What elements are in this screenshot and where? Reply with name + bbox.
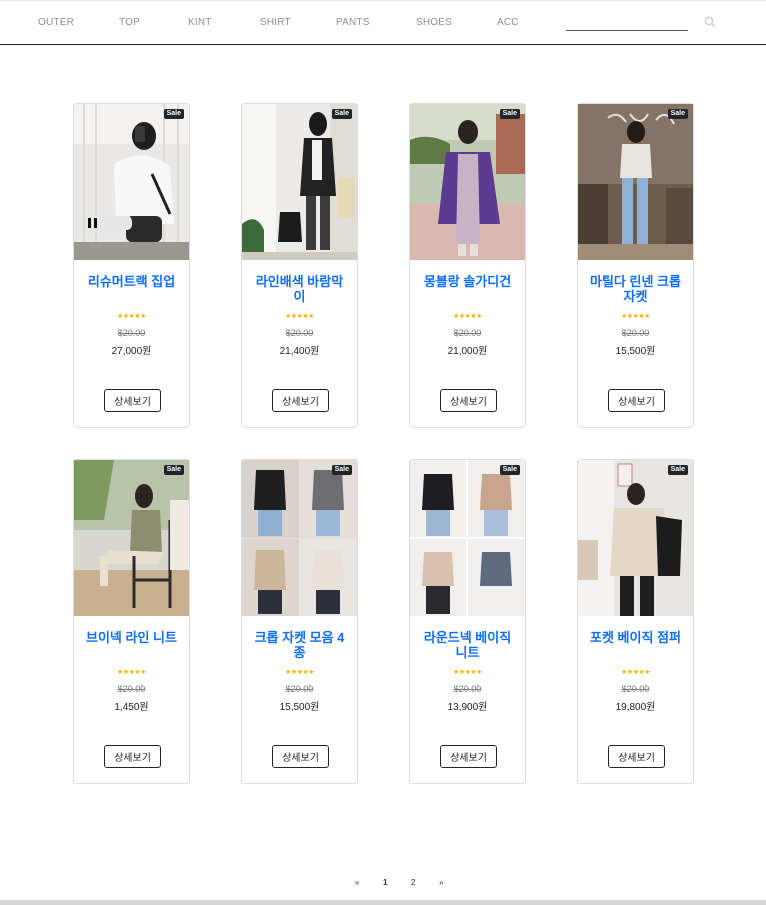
pagination-page-1[interactable]: 1	[383, 878, 387, 887]
sale-badge: Sale	[499, 465, 520, 475]
detail-button[interactable]: 상세보기	[608, 389, 665, 412]
sale-badge: Sale	[667, 465, 688, 475]
sale-price: 1,450원	[114, 702, 149, 713]
rating-stars: ★★★★★	[621, 669, 650, 676]
sale-price: 15,500원	[615, 346, 656, 357]
sale-price: 21,000원	[447, 346, 488, 357]
product-image[interactable]	[74, 104, 189, 260]
sale-badge: Sale	[667, 109, 688, 119]
product-image[interactable]	[410, 460, 525, 616]
rating-stars: ★★★★★	[621, 313, 650, 320]
product-card: Sale 몽블랑 솔가디건 ★★★★★ $20.00 21,000원 상세보기	[409, 103, 526, 428]
rating-stars: ★★★★★	[117, 313, 146, 320]
product-card: Sale 브이넥 라인 니트 ★★★★★ $20.00 1,450원 상세보기	[73, 459, 190, 784]
detail-button[interactable]: 상세보기	[104, 389, 161, 412]
product-image[interactable]	[578, 460, 693, 616]
product-image[interactable]	[410, 104, 525, 260]
nav-item-shirt[interactable]: SHIRT	[260, 17, 291, 28]
detail-button[interactable]: 상세보기	[104, 745, 161, 768]
rating-stars: ★★★★★	[285, 313, 314, 320]
rating-stars: ★★★★★	[117, 669, 146, 676]
product-card: Sale 라운드넥 베이직 니트 ★★★★★ $20.00 13,900원 상세…	[409, 459, 526, 784]
nav-item-top[interactable]: TOP	[119, 17, 140, 28]
original-price: $20.00	[453, 328, 482, 338]
search-icon	[704, 16, 716, 27]
sale-badge: Sale	[331, 109, 352, 119]
rating-stars: ★★★★★	[453, 669, 482, 676]
rating-stars: ★★★★★	[453, 313, 482, 320]
product-name[interactable]: 리슈머트랙 집업	[82, 274, 181, 289]
pagination-next[interactable]: »	[439, 878, 443, 887]
search-button[interactable]	[702, 15, 718, 31]
sale-price: 27,000원	[111, 346, 152, 357]
sale-badge: Sale	[499, 109, 520, 119]
rating-stars: ★★★★★	[285, 669, 314, 676]
pagination-page-2[interactable]: 2	[411, 878, 415, 887]
sale-badge: Sale	[331, 465, 352, 475]
product-name[interactable]: 포켓 베이직 점퍼	[586, 630, 685, 645]
product-card: Sale 크롭 자켓 모음 4종 ★★★★★ $20.00 15,500원 상세…	[241, 459, 358, 784]
original-price: $20.00	[453, 684, 482, 694]
product-name[interactable]: 브이넥 라인 니트	[82, 630, 181, 645]
pagination-prev[interactable]: «	[355, 878, 359, 887]
product-name[interactable]: 라인배색 바람막이	[250, 274, 349, 304]
category-navbar: OUTER TOP KINT SHIRT PANTS SHOES ACC	[0, 1, 766, 45]
product-card: Sale 마틸다 린넨 크롭자켓 ★★★★★ $20.00 15,500원 상세…	[577, 103, 694, 428]
sale-price: 13,900원	[447, 702, 488, 713]
original-price: $20.00	[621, 328, 650, 338]
original-price: $20.00	[117, 684, 146, 694]
product-name[interactable]: 몽블랑 솔가디건	[418, 274, 517, 289]
product-card: Sale 포켓 베이직 점퍼 ★★★★★ $20.00 19,800원 상세보기	[577, 459, 694, 784]
nav-item-acc[interactable]: ACC	[497, 17, 519, 28]
product-image[interactable]	[242, 460, 357, 616]
original-price: $20.00	[621, 684, 650, 694]
product-image[interactable]	[242, 104, 357, 260]
nav-item-pants[interactable]: PANTS	[336, 17, 370, 28]
nav-item-kint[interactable]: KINT	[188, 17, 212, 28]
original-price: $20.00	[117, 328, 146, 338]
product-card: Sale 리슈머트랙 집업 ★★★★★ $20.00 27,000원 상세보기	[73, 103, 190, 428]
original-price: $20.00	[285, 684, 314, 694]
product-name[interactable]: 라운드넥 베이직 니트	[418, 630, 517, 660]
search-input[interactable]	[566, 15, 688, 31]
product-name[interactable]: 크롭 자켓 모음 4종	[250, 630, 349, 660]
product-name[interactable]: 마틸다 린넨 크롭자켓	[586, 274, 685, 304]
sale-price: 15,500원	[279, 702, 320, 713]
nav-item-shoes[interactable]: SHOES	[416, 17, 452, 28]
detail-button[interactable]: 상세보기	[608, 745, 665, 768]
product-card: Sale 라인배색 바람막이 ★★★★★ $20.00 21,400원 상세보기	[241, 103, 358, 428]
detail-button[interactable]: 상세보기	[440, 745, 497, 768]
detail-button[interactable]: 상세보기	[272, 745, 329, 768]
product-image[interactable]	[74, 460, 189, 616]
page-bottom-bar	[0, 900, 766, 905]
detail-button[interactable]: 상세보기	[272, 389, 329, 412]
sale-badge: Sale	[163, 465, 184, 475]
nav-item-outer[interactable]: OUTER	[38, 17, 74, 28]
sale-badge: Sale	[163, 109, 184, 119]
detail-button[interactable]: 상세보기	[440, 389, 497, 412]
original-price: $20.00	[285, 328, 314, 338]
sale-price: 21,400원	[279, 346, 320, 357]
product-image[interactable]	[578, 104, 693, 260]
sale-price: 19,800원	[615, 702, 656, 713]
